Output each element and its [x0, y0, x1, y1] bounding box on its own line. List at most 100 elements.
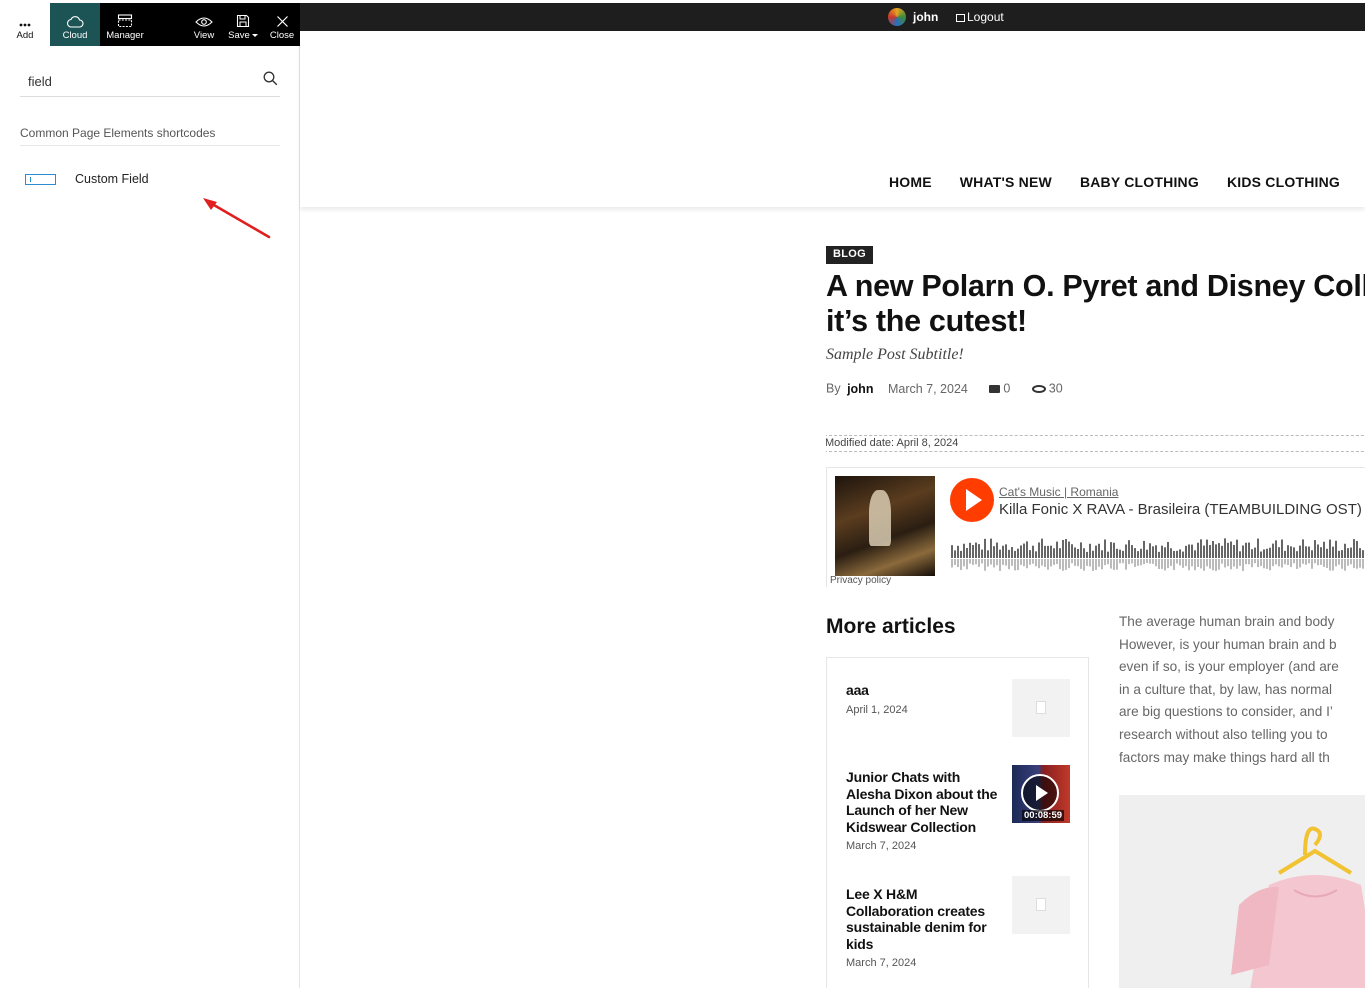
waveform-bar-reflection — [1350, 559, 1352, 565]
waveform-bar — [1209, 545, 1211, 558]
waveform-bar — [1215, 544, 1217, 558]
waveform-bar-reflection — [1071, 559, 1073, 564]
waveform-bar-reflection — [1311, 559, 1313, 569]
waveform-bar — [1176, 550, 1178, 558]
waveform-bar-reflection — [1281, 559, 1283, 568]
waveform-bar — [1326, 548, 1328, 558]
category-badge[interactable]: BLOG — [826, 246, 873, 264]
waveform-bar-reflection — [1035, 559, 1037, 567]
waveform-bar-reflection — [1254, 559, 1256, 564]
cloud-button[interactable]: Cloud — [50, 3, 100, 46]
waveform-bar-reflection — [1059, 559, 1061, 570]
waveform-bar-reflection — [1338, 559, 1340, 565]
waveform-bar — [1257, 538, 1259, 558]
post-title: A new Polarn O. Pyret and Disney Colle i… — [826, 269, 1365, 339]
waveform-bar-reflection — [978, 559, 980, 567]
waveform-bar-reflection — [1146, 559, 1148, 564]
track-cover-image[interactable] — [835, 476, 935, 576]
save-button[interactable]: Save — [224, 3, 262, 46]
waveform-bar-reflection — [1125, 559, 1127, 570]
list-item[interactable]: Junior Chats with Alesha Dixon about the… — [846, 765, 1070, 852]
waveform-bar-reflection — [969, 559, 971, 564]
waveform-bar-reflection — [1248, 559, 1250, 565]
search-icon[interactable] — [263, 71, 278, 86]
waveform-bar — [1245, 542, 1247, 558]
waveform-bar-reflection — [1074, 559, 1076, 566]
post-author[interactable]: john — [847, 382, 873, 396]
waveform-bar — [1077, 548, 1079, 558]
waveform-bar — [1284, 550, 1286, 558]
waveform-bar — [969, 542, 971, 558]
custom-field-shortcode[interactable]: Custom Field — [20, 165, 280, 193]
list-item[interactable]: aaa April 1, 2024 — [846, 679, 1070, 737]
logout-link[interactable]: Logout — [956, 10, 1004, 24]
more-articles-title: More articles — [826, 615, 956, 638]
waveform-bar — [972, 545, 974, 558]
waveform-bar-reflection — [1092, 559, 1094, 571]
waveform-bar — [1104, 539, 1106, 558]
video-thumbnail[interactable]: 00:08:59 — [1012, 765, 1070, 823]
body-line: research without also telling you to — [1119, 726, 1328, 742]
nav-item-home[interactable]: HOME — [889, 174, 932, 190]
waveform-bar-reflection — [1182, 559, 1184, 568]
waveform-bar — [1098, 543, 1100, 558]
video-play-icon — [1021, 774, 1059, 812]
waveform-bar — [1359, 548, 1361, 558]
article-title[interactable]: aaa — [846, 682, 1004, 699]
track-title[interactable]: Killa Fonic X RAVA - Brasileira (TEAMBUI… — [999, 501, 1362, 518]
article-title[interactable]: Lee X H&M Collaboration creates sustaina… — [846, 886, 1004, 952]
body-line: even if so, is your employer (and are — [1119, 659, 1339, 675]
waveform-bar — [1146, 549, 1148, 558]
list-item[interactable]: Lee X H&M Collaboration creates sustaina… — [846, 876, 1070, 969]
add-button[interactable]: Add — [0, 3, 50, 46]
manager-button[interactable]: Manager — [100, 3, 150, 46]
eye-icon — [195, 17, 213, 27]
post-title-line-2: it’s the cutest! — [826, 304, 1027, 338]
waveform-bar — [1035, 551, 1037, 558]
modified-date: Modified date: April 8, 2024 — [826, 435, 1365, 452]
waveform-bar-reflection — [1329, 559, 1331, 571]
avatar[interactable] — [888, 8, 906, 26]
waveform-bar-reflection — [1275, 559, 1277, 565]
waveform[interactable] — [951, 536, 1365, 576]
article-image — [1119, 795, 1365, 988]
text-field-icon — [25, 173, 56, 185]
waveform-bar-reflection — [1020, 559, 1022, 565]
search-input[interactable] — [20, 69, 250, 93]
user-name[interactable]: john — [913, 10, 938, 24]
waveform-bar-reflection — [960, 559, 962, 571]
article-thumbnail[interactable] — [1012, 876, 1070, 934]
nav-item-whats-new[interactable]: WHAT'S NEW — [960, 174, 1052, 190]
view-button[interactable]: View — [186, 3, 222, 46]
article-title[interactable]: Junior Chats with Alesha Dixon about the… — [846, 769, 1004, 835]
nav-item-baby-clothing[interactable]: BABY CLOTHING — [1080, 174, 1199, 190]
manager-button-label: Manager — [106, 30, 144, 41]
waveform-bar — [1101, 550, 1103, 558]
close-button[interactable]: Close — [264, 3, 300, 46]
waveform-bar-reflection — [1341, 559, 1343, 569]
waveform-bar — [1239, 551, 1241, 558]
waveform-bar — [1164, 547, 1166, 558]
privacy-policy-link[interactable]: Privacy policy — [830, 575, 891, 586]
waveform-bar-reflection — [1023, 559, 1025, 567]
waveform-bar — [1335, 540, 1337, 558]
body-line: The average human brain and body — [1119, 614, 1335, 629]
waveform-bar — [1119, 549, 1121, 558]
article-thumbnail[interactable] — [1012, 679, 1070, 737]
waveform-bar — [1233, 544, 1235, 558]
waveform-bar-reflection — [1083, 559, 1085, 571]
waveform-bar — [993, 546, 995, 558]
track-artist-link[interactable]: Cat's Music | Romania — [999, 485, 1118, 499]
waveform-bar-reflection — [987, 559, 989, 567]
waveform-bar-reflection — [957, 559, 959, 568]
comment-count[interactable]: 0 — [1003, 382, 1010, 396]
logout-label: Logout — [967, 10, 1004, 24]
waveform-bar-reflection — [1299, 559, 1301, 568]
waveform-bar — [1167, 541, 1169, 558]
waveform-bar — [1356, 540, 1358, 558]
waveform-bar-reflection — [1110, 559, 1112, 569]
pink-dress-illustration — [1231, 826, 1365, 988]
nav-item-kids-clothing[interactable]: KIDS CLOTHING — [1227, 174, 1340, 190]
waveform-bar-reflection — [1107, 559, 1109, 565]
play-button[interactable] — [950, 478, 994, 522]
